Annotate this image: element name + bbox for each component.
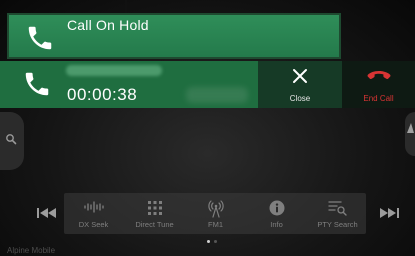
keypad-icon (147, 201, 162, 215)
function-bar: DX Seek Direct Tune FM1 Info PTY Search (64, 193, 366, 234)
page-dot-active (207, 240, 210, 243)
right-side-tab[interactable] (405, 112, 415, 156)
dx-seek-label: DX Seek (78, 220, 109, 229)
fm1-button[interactable]: FM1 (186, 193, 245, 234)
call-on-hold-banner[interactable]: Call On Hold (7, 13, 341, 59)
active-call-bar: 00:00:38 Close End Call (0, 61, 415, 108)
end-call-button[interactable]: End Call (342, 61, 415, 108)
end-call-label: End Call (363, 94, 394, 103)
callout-line (125, 0, 127, 14)
skip-next-icon[interactable] (376, 205, 402, 221)
call-timer: 00:00:38 (67, 85, 138, 104)
list-search-icon (327, 201, 347, 216)
phone-icon (25, 72, 49, 96)
fm1-label: FM1 (208, 220, 223, 229)
brand-label: Alpine Mobile (7, 246, 56, 255)
info-button[interactable]: Info (247, 193, 306, 234)
close-button[interactable]: Close (258, 61, 342, 108)
phone-call-screen: Call On Hold 00:00:38 Close End Call DX … (0, 0, 415, 256)
antenna-icon (207, 200, 224, 218)
dx-seek-button[interactable]: DX Seek (64, 193, 123, 234)
close-icon (293, 69, 307, 83)
skip-previous-icon[interactable] (34, 205, 60, 221)
waveform-icon (83, 201, 104, 213)
direct-tune-label: Direct Tune (135, 220, 174, 229)
search-icon (6, 134, 17, 145)
hang-up-icon (367, 71, 391, 80)
pty-search-button[interactable]: PTY Search (308, 193, 367, 234)
page-dot (214, 240, 217, 243)
blurred-phone-number (66, 65, 162, 76)
direct-tune-button[interactable]: Direct Tune (125, 193, 184, 234)
search-side-button[interactable] (0, 112, 24, 170)
up-arrow-icon (407, 123, 414, 133)
call-on-hold-label: Call On Hold (67, 17, 149, 33)
blurred-background-text (186, 87, 248, 103)
phone-icon (28, 26, 52, 50)
pty-search-label: PTY Search (317, 220, 358, 229)
info-icon (269, 200, 284, 216)
info-label: Info (270, 220, 283, 229)
close-label: Close (289, 94, 311, 103)
